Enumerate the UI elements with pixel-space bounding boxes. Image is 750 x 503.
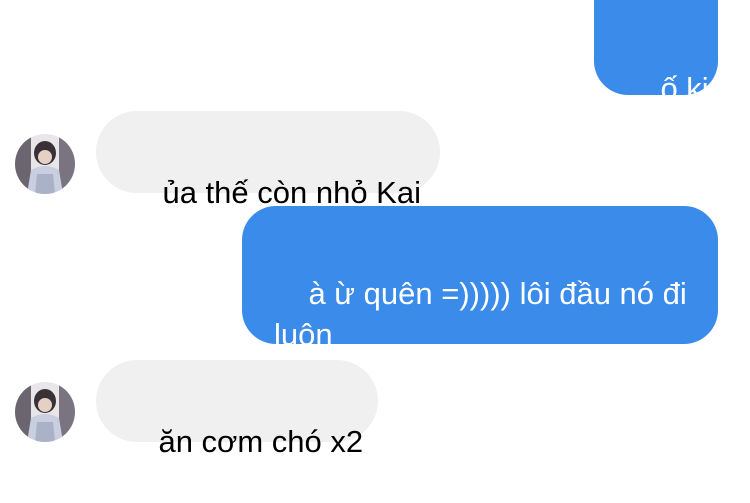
contact-avatar[interactable] bbox=[15, 134, 75, 194]
message-text: ăn cơm chó x2 bbox=[158, 424, 364, 459]
message-text: à ừ quên =))))) lôi đầu nó đi luôn bbox=[274, 276, 696, 352]
received-message-bubble[interactable]: ủa thế còn nhỏ Kai bbox=[96, 111, 440, 210]
sent-message-bubble[interactable]: ố ki bbox=[594, 0, 718, 106]
received-message-bubble[interactable]: ăn cơm chó x2 bbox=[96, 360, 378, 459]
contact-avatar[interactable] bbox=[15, 382, 75, 442]
avatar-photo-icon bbox=[15, 134, 75, 194]
message-text: ố ki bbox=[660, 71, 709, 106]
sent-message-bubble[interactable]: à ừ quên =))))) lôi đầu nó đi luôn bbox=[242, 206, 718, 352]
message-text: ủa thế còn nhỏ Kai bbox=[162, 175, 421, 210]
avatar-photo-icon bbox=[15, 382, 75, 442]
